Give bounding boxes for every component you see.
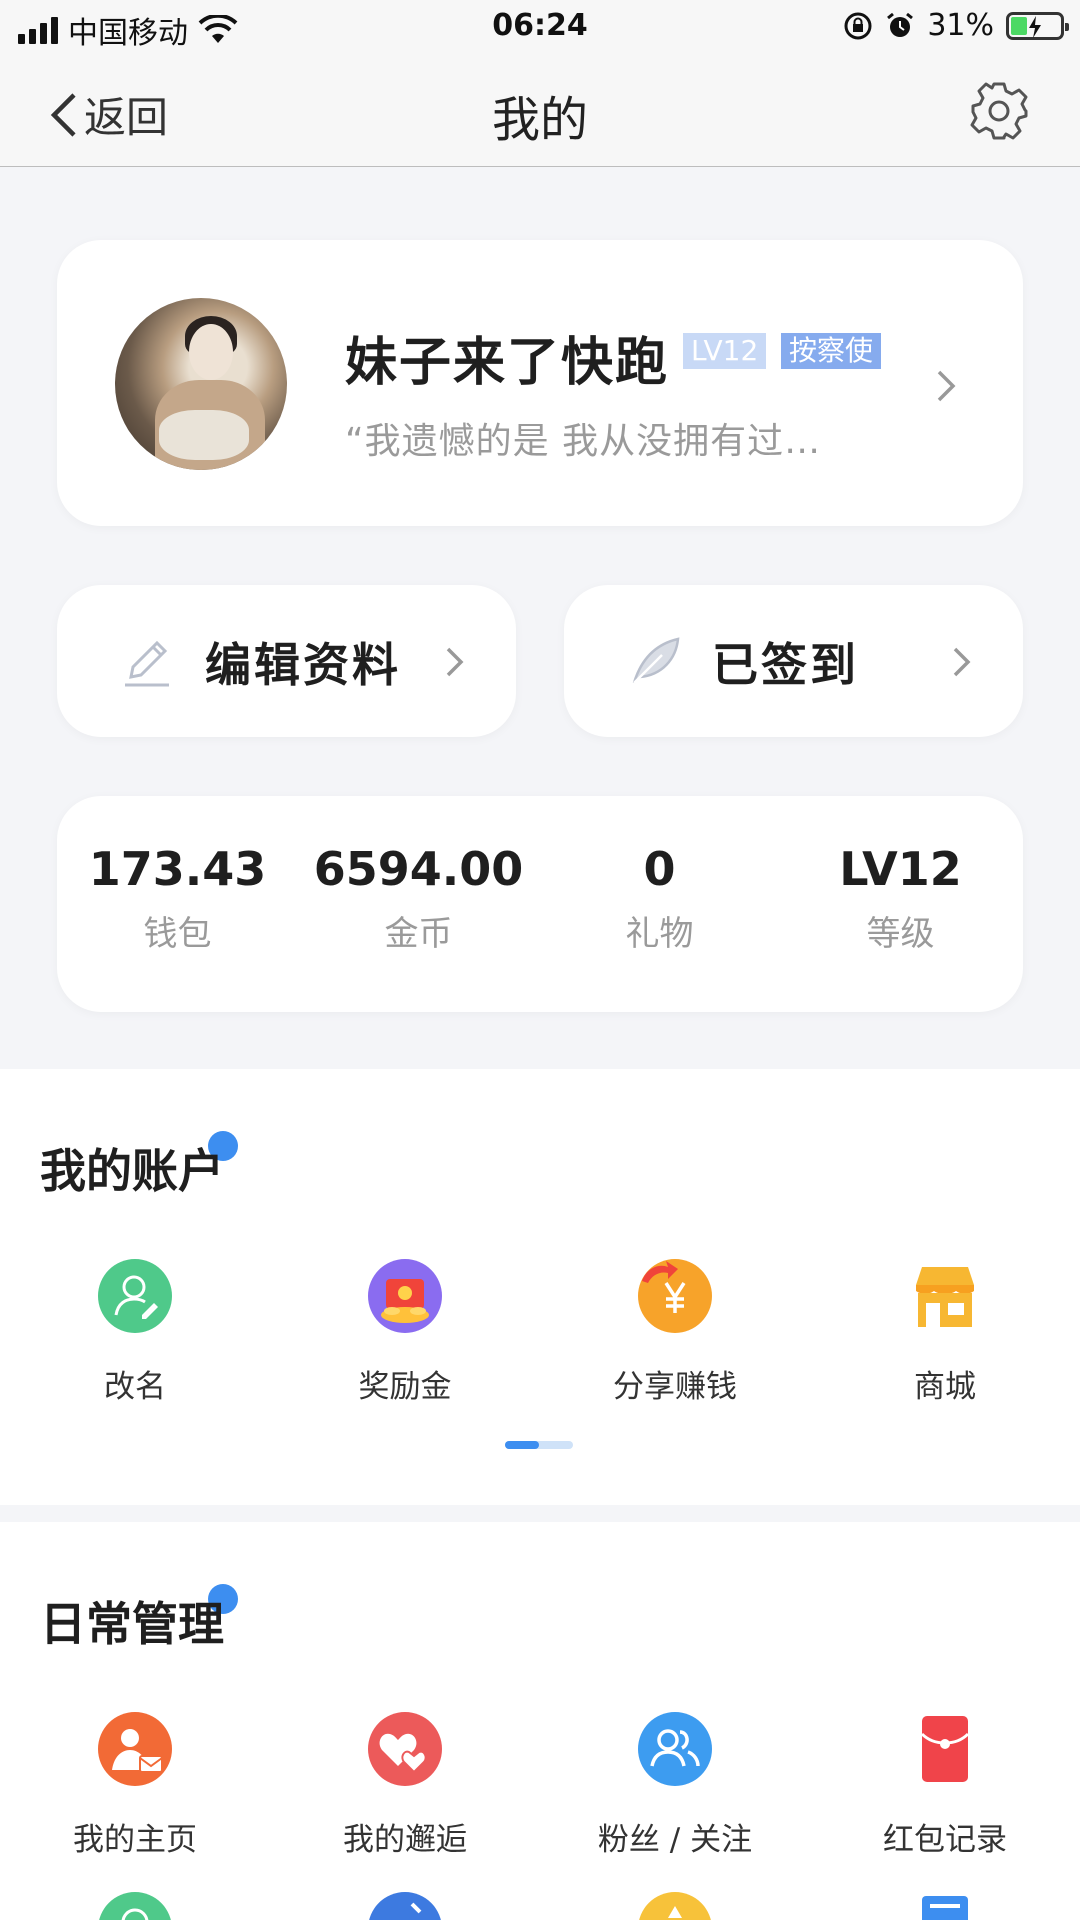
nav-bar: 返回 我的 bbox=[0, 56, 1080, 167]
grid-label: 我的主页 bbox=[73, 1822, 197, 1858]
encounter-heart-icon bbox=[368, 1712, 442, 1786]
battery-charging-icon bbox=[1006, 11, 1069, 40]
fans-follow-icon bbox=[638, 1712, 712, 1786]
profile-name: 妹子来了快跑 bbox=[345, 333, 670, 393]
level-badge: LV12 bbox=[683, 333, 767, 369]
store-item[interactable]: 商城 bbox=[810, 1259, 1080, 1406]
stat-label: 金币 bbox=[384, 914, 453, 954]
daily-section: 日常管理 我的主页 我的邂逅 粉丝 / 关注 红包记录 bbox=[0, 1522, 1080, 1920]
grid-label: 奖励金 bbox=[358, 1369, 452, 1405]
red-envelope-item[interactable]: 红包记录 bbox=[810, 1712, 1080, 1859]
stat-level[interactable]: LV12 等级 bbox=[780, 842, 1021, 955]
profile-card[interactable]: 妹子来了快跑 LV12 按察使 “我遗憾的是 我从没拥有过… bbox=[57, 240, 1023, 526]
share-earn-item[interactable]: 分享赚钱 bbox=[540, 1259, 810, 1406]
reward-item[interactable]: 奖励金 bbox=[270, 1259, 540, 1406]
red-envelope-icon bbox=[920, 1716, 970, 1782]
grid-label: 分享赚钱 bbox=[613, 1369, 737, 1405]
next-row-icon[interactable] bbox=[368, 1892, 442, 1920]
edit-profile-label: 编辑资料 bbox=[205, 638, 401, 692]
role-badge: 按察使 bbox=[781, 333, 882, 369]
battery-percent: 31% bbox=[927, 8, 994, 43]
next-row-icon[interactable] bbox=[638, 1892, 712, 1920]
section-title: 日常管理 bbox=[40, 1597, 224, 1651]
status-bar: 中国移动 06:24 31% bbox=[0, 0, 1080, 56]
stat-wallet[interactable]: 173.43 钱包 bbox=[57, 842, 298, 955]
fans-follow-item[interactable]: 粉丝 / 关注 bbox=[540, 1712, 810, 1859]
grid-label: 红包记录 bbox=[883, 1822, 1007, 1858]
stat-value: 0 bbox=[643, 842, 676, 896]
next-row-icon[interactable] bbox=[98, 1892, 172, 1920]
chevron-right-icon bbox=[953, 647, 971, 677]
stat-coins[interactable]: 6594.00 金币 bbox=[298, 842, 539, 955]
grid-label: 粉丝 / 关注 bbox=[597, 1822, 753, 1858]
grid-label: 我的邂逅 bbox=[343, 1822, 467, 1858]
check-in-label: 已签到 bbox=[712, 638, 859, 692]
stat-value: LV12 bbox=[839, 842, 962, 896]
account-section: 我的账户 改名 奖励金 分享赚钱 商城 bbox=[0, 1069, 1080, 1505]
avatar[interactable] bbox=[115, 298, 287, 470]
check-in-button[interactable]: 已签到 bbox=[564, 585, 1023, 737]
gear-icon[interactable] bbox=[968, 80, 1030, 142]
page-indicator-active bbox=[505, 1441, 539, 1449]
stats-card: 173.43 钱包 6594.00 金币 0 礼物 LV12 等级 bbox=[57, 796, 1023, 1012]
chevron-right-icon bbox=[937, 370, 956, 402]
store-icon bbox=[916, 1267, 974, 1327]
reward-gift-icon bbox=[368, 1259, 442, 1333]
pencil-icon bbox=[125, 640, 169, 687]
orientation-lock-icon bbox=[844, 12, 872, 39]
rename-user-icon bbox=[98, 1259, 172, 1333]
next-row-icon[interactable] bbox=[908, 1892, 982, 1920]
alarm-icon bbox=[887, 12, 914, 37]
stat-label: 钱包 bbox=[143, 914, 212, 954]
stat-label: 等级 bbox=[866, 914, 935, 954]
homepage-user-icon bbox=[98, 1712, 172, 1786]
grid-label: 改名 bbox=[104, 1369, 166, 1405]
chevron-right-icon bbox=[446, 647, 464, 677]
stat-gifts[interactable]: 0 礼物 bbox=[539, 842, 780, 955]
stat-label: 礼物 bbox=[625, 914, 694, 954]
section-title: 我的账户 bbox=[40, 1144, 224, 1198]
encounter-item[interactable]: 我的邂逅 bbox=[270, 1712, 540, 1859]
homepage-item[interactable]: 我的主页 bbox=[0, 1712, 270, 1859]
stat-value: 6594.00 bbox=[313, 842, 524, 896]
page-indicator[interactable] bbox=[505, 1441, 573, 1449]
share-earn-yen-icon bbox=[638, 1259, 712, 1333]
edit-profile-button[interactable]: 编辑资料 bbox=[57, 585, 516, 737]
profile-signature: “我遗憾的是 我从没拥有过… bbox=[345, 421, 822, 462]
feather-icon bbox=[632, 637, 680, 684]
stat-value: 173.43 bbox=[88, 842, 267, 896]
page-title: 我的 bbox=[491, 92, 588, 148]
grid-label: 商城 bbox=[914, 1369, 976, 1405]
rename-item[interactable]: 改名 bbox=[0, 1259, 270, 1406]
